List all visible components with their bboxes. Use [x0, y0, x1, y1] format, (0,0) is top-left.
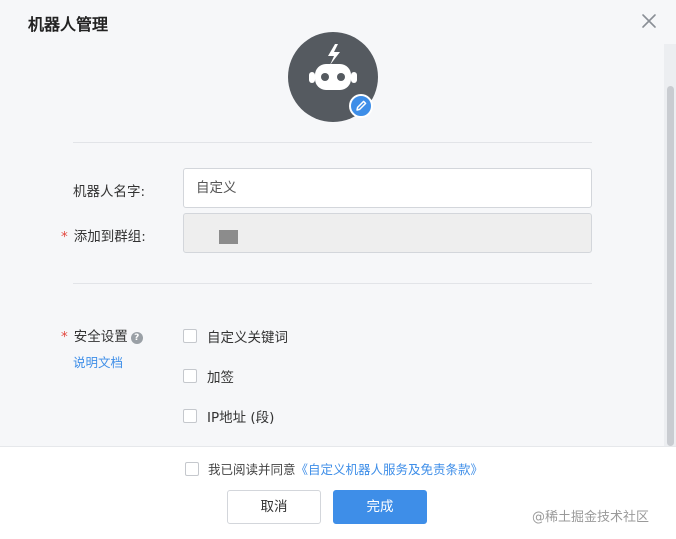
question-circle-icon[interactable]: ?	[130, 332, 143, 344]
security-field-label: * 安全设置?	[61, 325, 143, 345]
pencil-icon	[356, 100, 367, 111]
close-icon[interactable]	[640, 12, 658, 30]
terms-link[interactable]: 《自定义机器人服务及免责条款》	[296, 462, 484, 477]
security-option-sign[interactable]: 加签	[183, 366, 234, 386]
done-button[interactable]: 完成	[333, 490, 427, 524]
agreement-checkbox[interactable]	[185, 461, 199, 476]
agreement-row: 我已阅读并同意《自定义机器人服务及免责条款》	[185, 459, 483, 478]
divider	[73, 283, 592, 284]
agreement-prefix: 我已阅读并同意	[208, 462, 296, 477]
avatar-edit-button[interactable]	[349, 94, 373, 118]
robot-name-input[interactable]	[183, 168, 592, 208]
cancel-button[interactable]: 取消	[227, 490, 321, 524]
option-label: IP地址 (段)	[207, 410, 275, 426]
robot-name-label: 机器人名字:	[73, 184, 146, 200]
security-option-ip[interactable]: IP地址 (段)	[183, 406, 274, 426]
group-field-label: * 添加到群组:	[61, 225, 146, 245]
checkbox[interactable]	[183, 409, 197, 423]
checkbox[interactable]	[183, 369, 197, 383]
dialog-title: 机器人管理	[28, 15, 109, 34]
scrollbar-thumb[interactable]	[667, 86, 674, 446]
required-mark: *	[61, 329, 68, 345]
agreement-text: 我已阅读并同意《自定义机器人服务及免责条款》	[208, 459, 483, 478]
option-label: 自定义关键词	[207, 330, 288, 346]
divider	[73, 142, 592, 143]
required-mark: *	[61, 229, 68, 245]
option-label: 加签	[207, 370, 234, 386]
security-option-keyword[interactable]: 自定义关键词	[183, 326, 288, 346]
checkbox[interactable]	[183, 329, 197, 343]
watermark: @稀土掘金技术社区	[532, 510, 650, 525]
group-label: 添加到群组:	[73, 229, 146, 245]
security-label: 安全设置	[73, 329, 128, 345]
group-chip	[219, 230, 238, 244]
group-select[interactable]	[183, 213, 592, 253]
doc-link[interactable]: 说明文档	[73, 352, 123, 371]
dialog-footer: 我已阅读并同意《自定义机器人服务及免责条款》 取消 完成 @稀土掘金技术社区	[0, 446, 676, 539]
